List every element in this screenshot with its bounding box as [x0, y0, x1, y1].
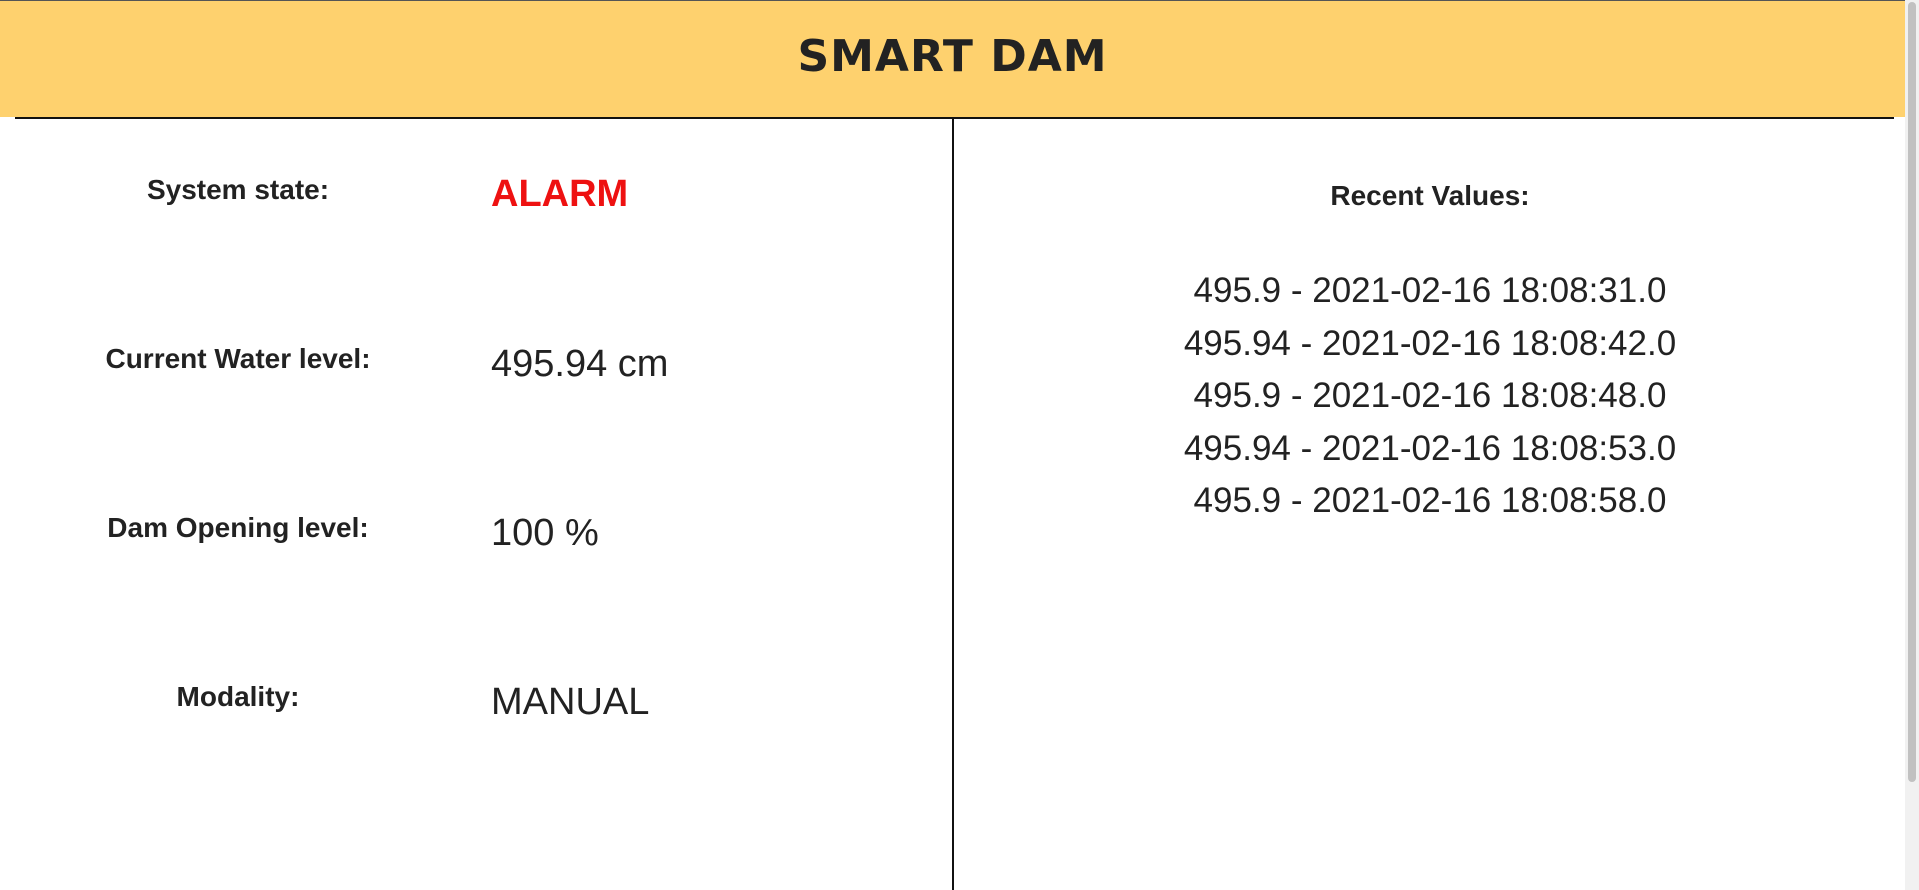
vertical-scrollbar[interactable]	[1905, 0, 1919, 890]
modality-value: MANUAL	[491, 681, 650, 723]
system-state-value: ALARM	[491, 173, 629, 215]
page-title: SMART DAM	[797, 31, 1108, 82]
header-divider	[15, 117, 1894, 119]
list-item: 495.9 - 2021-02-16 18:08:31.0	[1193, 271, 1667, 310]
water-level-value: 495.94 cm	[491, 343, 669, 385]
list-item: 495.9 - 2021-02-16 18:08:58.0	[1193, 481, 1667, 520]
panel-divider	[952, 119, 954, 890]
header-bar: SMART DAM	[0, 0, 1905, 117]
dashboard-page: SMART DAM System state: ALARM Current Wa…	[0, 0, 1919, 890]
scrollbar-thumb[interactable]	[1908, 2, 1916, 782]
water-level-label: Current Water level:	[105, 343, 371, 374]
recent-values-title: Recent Values:	[1330, 180, 1530, 211]
list-item: 495.94 - 2021-02-16 18:08:53.0	[1183, 428, 1677, 468]
dam-opening-value: 100 %	[491, 512, 599, 554]
modality-label: Modality:	[176, 681, 300, 712]
list-item: 495.9 - 2021-02-16 18:08:48.0	[1193, 376, 1667, 415]
list-item: 495.94 - 2021-02-16 18:08:42.0	[1183, 323, 1677, 363]
recent-values-list: 495.9 - 2021-02-16 18:08:31.0 495.94 - 2…	[1130, 268, 1730, 531]
dam-opening-label: Dam Opening level:	[107, 512, 369, 543]
system-state-label: System state:	[146, 174, 330, 205]
